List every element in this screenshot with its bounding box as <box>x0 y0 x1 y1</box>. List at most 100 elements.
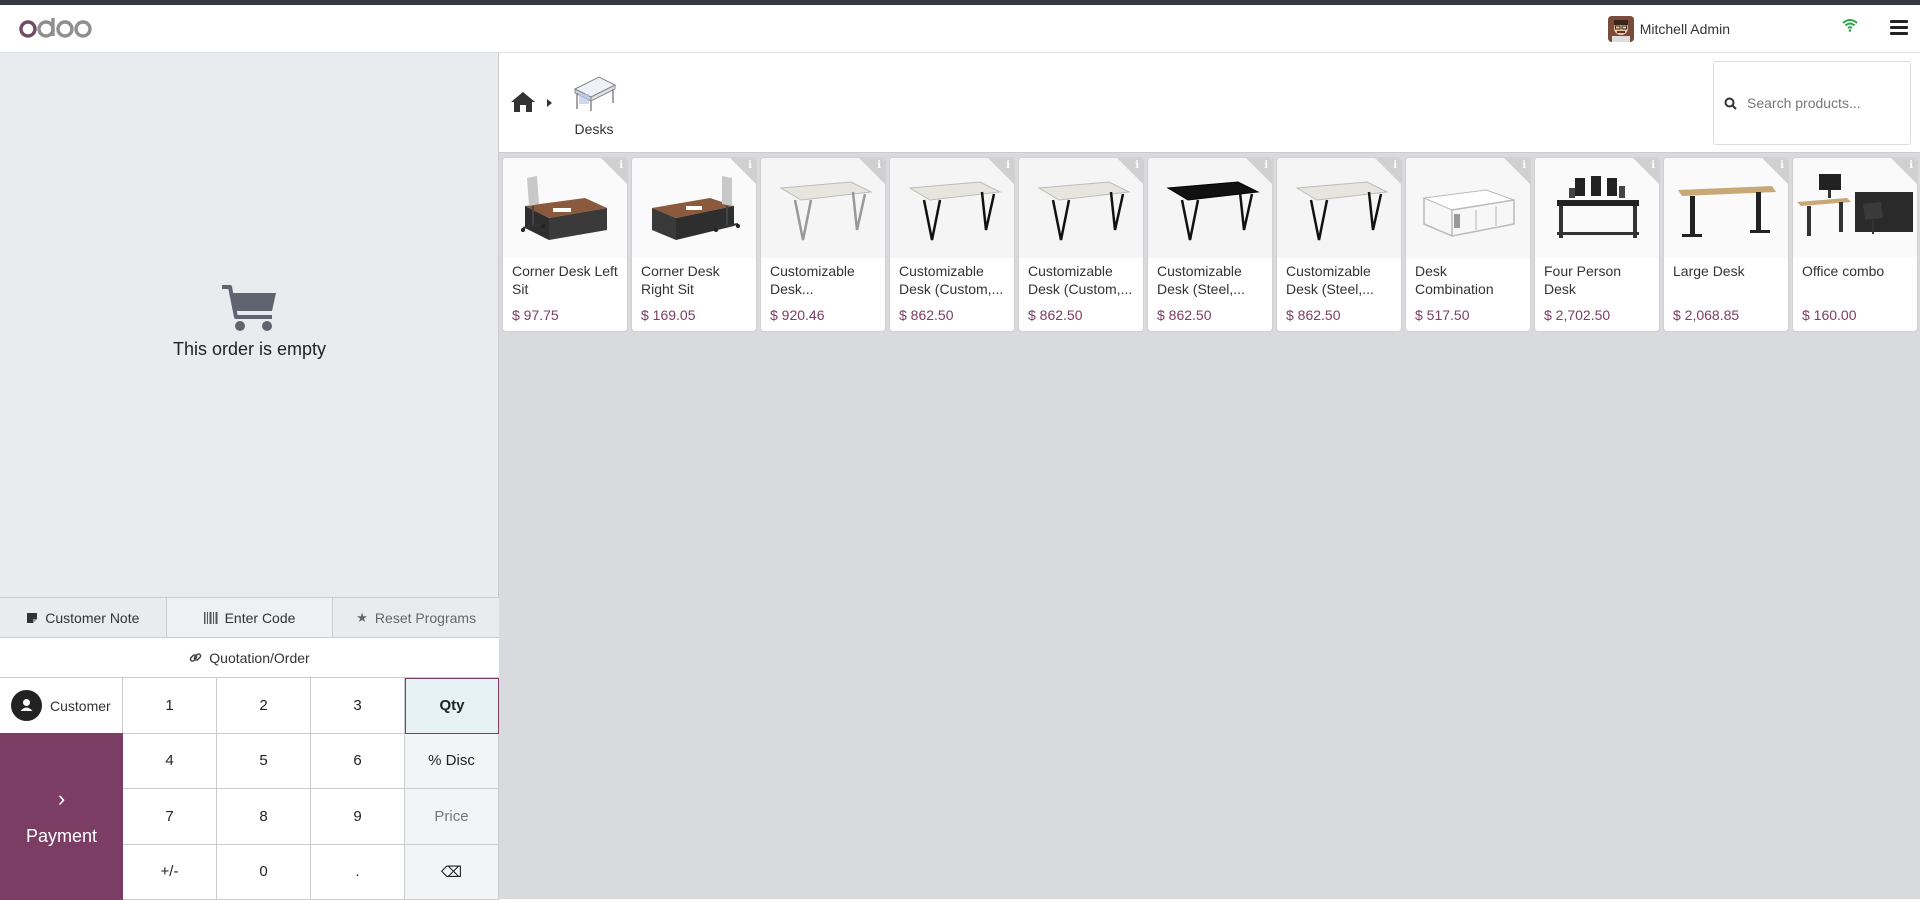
note-icon <box>26 612 38 624</box>
product-info-corner <box>988 158 1014 184</box>
category-desks[interactable]: Desks <box>569 73 619 137</box>
info-icon[interactable]: i <box>1909 160 1913 171</box>
product-price: $ 2,068.85 <box>1673 307 1739 323</box>
numpad-mode-qty[interactable]: Qty <box>405 678 499 734</box>
chevron-right-icon: › <box>58 786 65 812</box>
numpad-key-decimal[interactable]: . <box>311 845 405 900</box>
user-icon <box>11 690 42 721</box>
product-info-corner <box>1891 158 1917 184</box>
user-name: Mitchell Admin <box>1640 21 1730 37</box>
product-image: i <box>890 158 1014 258</box>
product-price: $ 97.75 <box>512 307 559 323</box>
product-image: i <box>1535 158 1659 258</box>
numpad: 1 2 3 Qty 4 5 6 % Disc 7 8 9 Price +/- 0… <box>123 678 499 900</box>
product-card[interactable]: i Corner Desk Right Sit $ 169.05 <box>632 158 756 331</box>
numpad-key-3[interactable]: 3 <box>311 678 405 734</box>
star-icon: ★ <box>356 610 368 626</box>
control-buttons: Customer Note Enter Code ★ Reset Program… <box>0 597 499 637</box>
numpad-key-2[interactable]: 2 <box>217 678 311 734</box>
numpad-key-9[interactable]: 9 <box>311 789 405 845</box>
product-price: $ 160.00 <box>1802 307 1857 323</box>
product-card[interactable]: i Customizable Desk (Steel,... $ 862.50 <box>1148 158 1272 331</box>
info-icon[interactable]: i <box>748 160 752 171</box>
product-price: $ 920.46 <box>770 307 825 323</box>
product-card[interactable]: iOffice combo$ 160.00 <box>1793 158 1917 331</box>
reset-programs-button[interactable]: ★ Reset Programs <box>333 598 499 637</box>
search-icon <box>1724 97 1737 110</box>
navbar: Mitchell Admin <box>0 5 1920 53</box>
numpad-key-4[interactable]: 4 <box>123 734 217 790</box>
search-input[interactable] <box>1747 95 1897 111</box>
product-card[interactable]: i Customizable Desk (Custom,... $ 862.50 <box>890 158 1014 331</box>
enter-code-button[interactable]: Enter Code <box>167 598 334 637</box>
product-image: i <box>1277 158 1401 258</box>
info-icon[interactable]: i <box>1522 160 1526 171</box>
product-image: i <box>1406 158 1530 258</box>
info-icon[interactable]: i <box>1393 160 1397 171</box>
numpad-key-0[interactable]: 0 <box>217 845 311 900</box>
customer-button[interactable]: Customer <box>0 678 123 733</box>
product-image: i <box>632 158 756 258</box>
wifi-icon <box>1842 18 1858 37</box>
product-info-corner <box>1633 158 1659 184</box>
product-price: $ 169.05 <box>641 307 696 323</box>
product-name: Corner Desk Left Sit <box>512 262 620 298</box>
product-name: Customizable Desk (Steel,... <box>1157 262 1265 298</box>
payment-button[interactable]: › Payment <box>0 733 123 900</box>
product-info-corner <box>730 158 756 184</box>
numpad-key-plus-minus[interactable]: +/- <box>123 845 217 900</box>
numpad-mode-price[interactable]: Price <box>405 789 499 845</box>
info-icon[interactable]: i <box>1264 160 1268 171</box>
numpad-key-7[interactable]: 7 <box>123 789 217 845</box>
info-icon[interactable]: i <box>1006 160 1010 171</box>
barcode-icon <box>204 612 218 624</box>
desk-category-icon <box>571 73 617 113</box>
hamburger-menu-icon[interactable] <box>1890 20 1908 36</box>
numpad-key-5[interactable]: 5 <box>217 734 311 790</box>
product-card[interactable]: iDesk Combination$ 517.50 <box>1406 158 1530 331</box>
product-name: Customizable Desk... <box>770 262 878 298</box>
user-menu[interactable]: Mitchell Admin <box>1608 16 1730 42</box>
product-search[interactable] <box>1713 61 1911 145</box>
category-bar: Desks <box>499 53 1920 153</box>
product-image: i <box>1148 158 1272 258</box>
product-info-corner <box>1246 158 1272 184</box>
product-name: Four Person Desk <box>1544 262 1652 298</box>
info-icon[interactable]: i <box>877 160 881 171</box>
numpad-key-6[interactable]: 6 <box>311 734 405 790</box>
product-card[interactable]: iLarge Desk$ 2,068.85 <box>1664 158 1788 331</box>
product-price: $ 862.50 <box>1157 307 1212 323</box>
product-price: $ 862.50 <box>899 307 954 323</box>
breadcrumb-caret-icon <box>547 99 552 107</box>
product-card[interactable]: i Corner Desk Left Sit $ 97.75 <box>503 158 627 331</box>
product-name: Customizable Desk (Custom,... <box>899 262 1007 298</box>
product-card[interactable]: iCustomizable Desk (Steel,...$ 862.50 <box>1277 158 1401 331</box>
quotation-order-button[interactable]: Quotation/Order <box>0 637 499 677</box>
numpad-mode-discount[interactable]: % Disc <box>405 734 499 790</box>
home-icon[interactable] <box>510 91 536 118</box>
product-card[interactable]: i Customizable Desk... $ 920.46 <box>761 158 885 331</box>
product-image: i <box>1019 158 1143 258</box>
info-icon[interactable]: i <box>1651 160 1655 171</box>
product-card[interactable]: iCustomizable Desk (Custom,...$ 862.50 <box>1019 158 1143 331</box>
customer-note-button[interactable]: Customer Note <box>0 598 167 637</box>
product-image: i <box>503 158 627 258</box>
product-name: Desk Combination <box>1415 262 1523 298</box>
user-avatar <box>1608 16 1634 42</box>
numpad-key-8[interactable]: 8 <box>217 789 311 845</box>
empty-order-message: This order is empty <box>0 339 499 360</box>
info-icon[interactable]: i <box>1780 160 1784 171</box>
numpad-key-1[interactable]: 1 <box>123 678 217 734</box>
product-image: i <box>761 158 885 258</box>
product-card[interactable]: iFour Person Desk$ 2,702.50 <box>1535 158 1659 331</box>
product-name: Corner Desk Right Sit <box>641 262 749 298</box>
info-icon[interactable]: i <box>1135 160 1139 171</box>
numpad-area: Customer › Payment 1 2 3 Qty 4 5 6 % Dis… <box>0 677 499 899</box>
product-name: Customizable Desk (Steel,... <box>1286 262 1394 298</box>
odoo-logo[interactable] <box>18 16 94 42</box>
empty-order: This order is empty <box>0 283 499 360</box>
product-info-corner <box>1375 158 1401 184</box>
product-info-corner <box>1762 158 1788 184</box>
numpad-backspace[interactable]: ⌫ <box>405 845 499 900</box>
info-icon[interactable]: i <box>619 160 623 171</box>
